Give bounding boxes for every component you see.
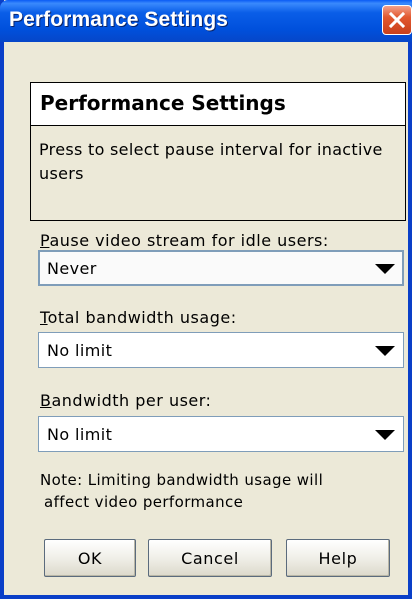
ok-button[interactable]: OK [44, 539, 136, 577]
total-bandwidth-select[interactable]: No limit [38, 332, 404, 368]
close-icon [389, 12, 405, 28]
pause-video-label: Pause video stream for idle users: [40, 231, 329, 250]
window-title: Performance Settings [9, 8, 229, 31]
chevron-down-icon[interactable] [375, 346, 395, 356]
chevron-down-icon[interactable] [375, 430, 395, 440]
header-panel: Performance Settings [30, 82, 406, 126]
dialog-content: Performance Settings Press to select pau… [4, 42, 408, 595]
total-bandwidth-value: No limit [47, 341, 113, 360]
bandwidth-per-user-value: No limit [47, 425, 113, 444]
cancel-button[interactable]: Cancel [148, 539, 272, 577]
note-line-2: affect video performance [44, 493, 244, 511]
description-panel: Press to select pause interval for inact… [30, 126, 406, 221]
close-button[interactable] [382, 5, 412, 35]
help-button[interactable]: Help [286, 539, 390, 577]
title-bar[interactable]: Performance Settings [0, 0, 412, 42]
note-line-1: Note: Limiting bandwidth usage will [40, 471, 324, 489]
performance-settings-dialog: Performance Settings Performance Setting… [0, 0, 412, 599]
chevron-down-icon[interactable] [375, 264, 395, 274]
bandwidth-note: Note: Limiting bandwidth usage will affe… [40, 469, 400, 513]
page-title: Performance Settings [40, 91, 286, 115]
pause-video-value: Never [47, 259, 97, 278]
total-bandwidth-label: Total bandwidth usage: [40, 308, 237, 327]
pause-video-select[interactable]: Never [38, 250, 404, 286]
bandwidth-per-user-label: Bandwidth per user: [40, 391, 212, 410]
bandwidth-per-user-select[interactable]: No limit [38, 416, 404, 452]
description-text: Press to select pause interval for inact… [39, 140, 383, 183]
